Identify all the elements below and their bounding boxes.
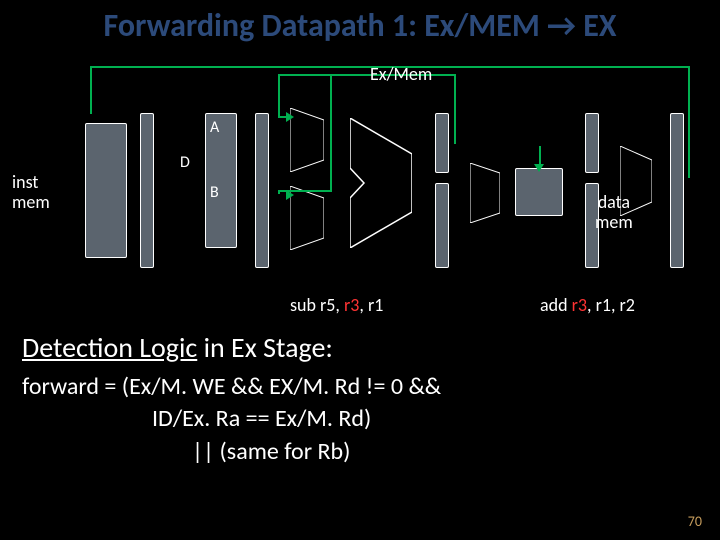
regfile-port-b: B (210, 183, 219, 202)
fwd-wire-v3 (330, 74, 332, 190)
fwd-mux-a (290, 108, 324, 172)
add-op: add (540, 294, 572, 316)
inst-mem-label: inst mem (12, 173, 50, 213)
mem-wb-reg-top (585, 113, 599, 173)
detection-line3: || (same for Rb) (22, 436, 702, 468)
add-rd: r3 (572, 294, 587, 316)
mem-addr-mux (470, 163, 500, 223)
dmem-arrow (534, 164, 544, 172)
data-mem-label: data mem (595, 193, 633, 233)
data-mem-block (515, 168, 563, 216)
detection-heading: Detection Logic in Ex Stage: (22, 330, 702, 365)
regfile-port-d: D (180, 153, 190, 172)
fwd-mux-b (290, 186, 324, 250)
add-instruction: add r3, r1, r2 (540, 294, 635, 316)
sub-op: sub r5, (290, 294, 344, 316)
detection-body: forward = (Ex/M. WE && EX/M. Rd != 0 && … (22, 371, 702, 468)
fwd-wire-v2 (278, 74, 280, 116)
fwd-wire-v1 (454, 74, 456, 144)
alu-block (350, 118, 412, 248)
add-rest: , r1, r2 (587, 294, 635, 316)
detection-line2: ID/Ex. Ra == Ex/M. Rd) (22, 403, 702, 435)
slide-number: 70 (688, 513, 702, 530)
detection-heading-rest: in Ex Stage: (197, 330, 333, 365)
datapath-diagram: inst mem D A B (30, 68, 690, 318)
sub-instruction: sub r5, r3, r1 (290, 294, 383, 316)
ex-mem-stage-label: Ex/Mem (370, 63, 432, 85)
if-id-reg (140, 113, 154, 268)
fwd-wire-v4 (278, 190, 280, 194)
ex-mem-reg-bot (435, 183, 449, 268)
fwd-wire-left-drop (90, 66, 92, 114)
inst-mem-block (85, 123, 127, 258)
slide-title: Forwarding Datapath 1: Ex/MEM → EX (0, 0, 720, 45)
detection-heading-underline: Detection Logic (22, 330, 197, 365)
detection-logic-section: Detection Logic in Ex Stage: forward = (… (22, 330, 702, 468)
wb-reg (670, 113, 684, 268)
fwd-arrow-a (286, 112, 294, 122)
fwd-arrow-b (286, 190, 294, 200)
detection-line1: forward = (Ex/M. WE && EX/M. Rd != 0 && (22, 371, 702, 403)
id-ex-reg (255, 113, 269, 268)
sub-rest: , r1 (359, 294, 383, 316)
fwd-wire-right-drop (688, 66, 690, 178)
sub-rd: r3 (344, 294, 359, 316)
regfile-port-a: A (210, 118, 219, 137)
ex-mem-reg-top (435, 113, 449, 173)
